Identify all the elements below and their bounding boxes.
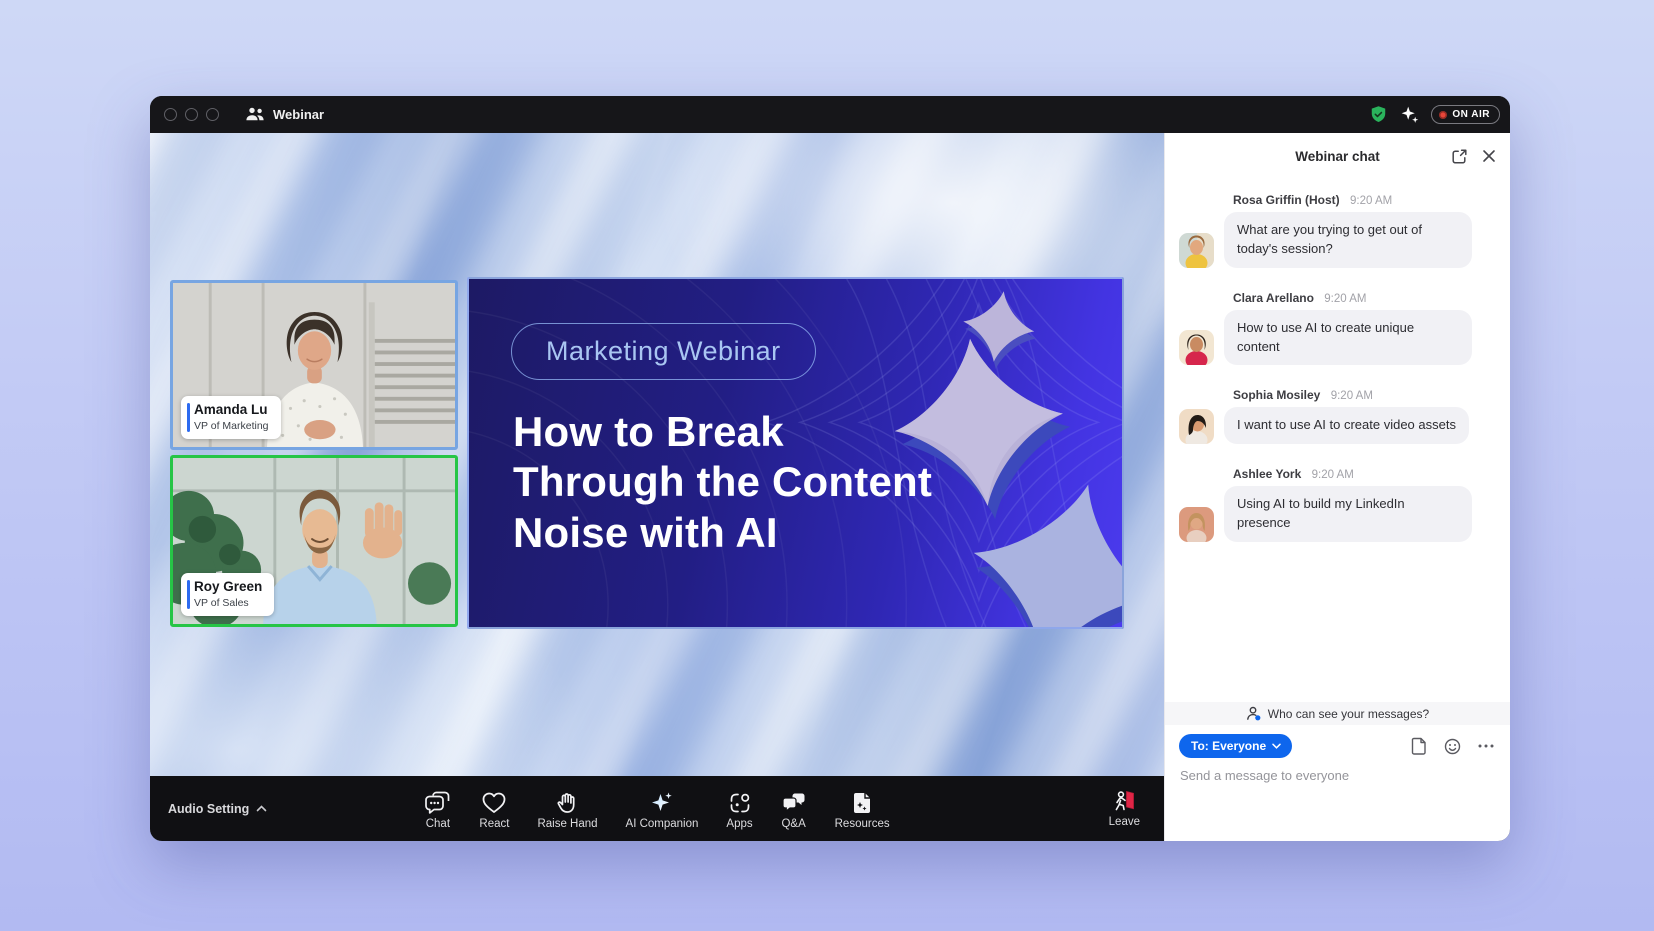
chat-header: Webinar chat	[1165, 133, 1510, 179]
toolbar-item-label: Q&A	[781, 818, 805, 830]
webinar-window: Webinar ON AIR	[150, 96, 1510, 841]
video-tile-amanda[interactable]: Amanda Lu VP of Marketing	[170, 280, 458, 450]
toolbar-ai-companion-button[interactable]: AI Companion	[612, 785, 713, 832]
zoom-window-button[interactable]	[206, 108, 219, 121]
chevron-down-icon	[1272, 743, 1281, 749]
video-tile-roy[interactable]: Roy Green VP of Sales	[170, 455, 458, 627]
pop-out-icon[interactable]	[1451, 148, 1468, 165]
ai-companion-icon	[649, 791, 675, 815]
avatar	[1179, 507, 1214, 542]
on-air-badge: ON AIR	[1431, 105, 1500, 124]
toolbar-qa-button[interactable]: Q&A	[767, 785, 821, 832]
message-author: Ashlee York	[1233, 467, 1301, 481]
meeting-toolbar: Audio Setting Chat	[150, 776, 1164, 841]
toolbar-item-label: AI Companion	[626, 818, 699, 830]
privacy-person-icon	[1246, 706, 1262, 721]
shared-slide: Marketing Webinar How to Break Through t…	[467, 277, 1124, 629]
titlebar: Webinar ON AIR	[150, 96, 1510, 133]
message-time: 9:20 AM	[1331, 390, 1373, 402]
chat-message: Sophia Mosiley 9:20 AM I want to use AI …	[1179, 388, 1494, 444]
toolbar-item-label: Apps	[726, 818, 752, 830]
chat-message: Clara Arellano 9:20 AM How to use AI to …	[1179, 291, 1494, 366]
toolbar-item-label: Raise Hand	[537, 818, 597, 830]
audio-setting-label: Audio Setting	[168, 802, 249, 816]
speaker-role: VP of Sales	[194, 597, 262, 610]
speaker-role: VP of Marketing	[194, 420, 269, 433]
speaker-name: Amanda Lu	[194, 402, 269, 419]
avatar	[1179, 330, 1214, 365]
window-title: Webinar	[273, 107, 324, 122]
chat-footer: Who can see your messages? To: Everyone	[1165, 702, 1510, 841]
leave-label: Leave	[1109, 816, 1140, 828]
audio-setting-button[interactable]: Audio Setting	[168, 776, 267, 841]
message-bubble: I want to use AI to create video assets	[1224, 407, 1469, 444]
toolbar-item-label: Chat	[426, 818, 450, 830]
heart-icon	[481, 791, 507, 815]
message-time: 9:20 AM	[1312, 469, 1354, 481]
chat-message-input[interactable]	[1165, 758, 1510, 783]
message-bubble: Using AI to build my LinkedIn presence	[1224, 486, 1472, 542]
to-everyone-label: To: Everyone	[1191, 739, 1266, 753]
toolbar-chat-button[interactable]: Chat	[410, 785, 465, 832]
toolbar-react-button[interactable]: React	[465, 785, 523, 832]
participants-icon	[245, 107, 265, 122]
toolbar-raise-hand-button[interactable]: Raise Hand	[523, 785, 611, 832]
raise-hand-icon	[555, 791, 579, 815]
message-author: Clara Arellano	[1233, 291, 1314, 305]
leave-door-icon	[1112, 789, 1136, 813]
message-author: Rosa Griffin (Host)	[1233, 193, 1340, 207]
toolbar-apps-button[interactable]: Apps	[712, 785, 766, 832]
chevron-up-icon	[256, 805, 267, 812]
message-bubble: How to use AI to create unique content	[1224, 310, 1472, 366]
chat-message-list: Rosa Griffin (Host) 9:20 AM What are you…	[1165, 179, 1510, 702]
chat-message: Ashlee York 9:20 AM Using AI to build my…	[1179, 467, 1494, 542]
ai-sparkle-icon[interactable]	[1399, 104, 1420, 125]
speaker-name: Roy Green	[194, 579, 262, 596]
on-air-label: ON AIR	[1452, 109, 1490, 120]
avatar	[1179, 409, 1214, 444]
nametag-roy: Roy Green VP of Sales	[181, 573, 274, 616]
to-everyone-selector[interactable]: To: Everyone	[1179, 734, 1292, 758]
chat-panel: Webinar chat	[1164, 133, 1510, 841]
nametag-amanda: Amanda Lu VP of Marketing	[181, 396, 281, 439]
emoji-icon[interactable]	[1444, 738, 1461, 755]
traffic-lights	[164, 108, 219, 121]
on-air-dot-icon	[1439, 111, 1447, 119]
slide-badge: Marketing Webinar	[511, 323, 816, 380]
minimize-window-button[interactable]	[185, 108, 198, 121]
toolbar-item-label: Resources	[835, 818, 890, 830]
resources-doc-icon	[850, 791, 874, 815]
more-options-icon[interactable]	[1478, 744, 1494, 748]
window-title-group: Webinar	[245, 107, 324, 122]
message-time: 9:20 AM	[1350, 195, 1392, 207]
slide-title: How to Break Through the Content Noise w…	[513, 407, 932, 558]
close-window-button[interactable]	[164, 108, 177, 121]
close-icon[interactable]	[1482, 149, 1496, 163]
file-attach-icon[interactable]	[1411, 737, 1427, 755]
qa-bubbles-icon	[781, 791, 807, 815]
message-author: Sophia Mosiley	[1233, 388, 1320, 402]
leave-button[interactable]: Leave	[1109, 776, 1140, 841]
toolbar-item-label: React	[479, 818, 509, 830]
message-bubble: What are you trying to get out of today'…	[1224, 212, 1472, 268]
message-time: 9:20 AM	[1324, 293, 1366, 305]
video-stage: Amanda Lu VP of Marketing	[150, 133, 1164, 841]
privacy-note: Who can see your messages?	[1165, 702, 1510, 725]
chat-title: Webinar chat	[1295, 149, 1380, 164]
toolbar-resources-button[interactable]: Resources	[821, 785, 904, 832]
chat-message: Rosa Griffin (Host) 9:20 AM What are you…	[1179, 193, 1494, 268]
apps-icon	[728, 791, 752, 815]
chat-bubble-icon	[424, 791, 451, 815]
privacy-text: Who can see your messages?	[1268, 707, 1429, 721]
avatar	[1179, 233, 1214, 268]
security-shield-icon[interactable]	[1369, 105, 1388, 124]
